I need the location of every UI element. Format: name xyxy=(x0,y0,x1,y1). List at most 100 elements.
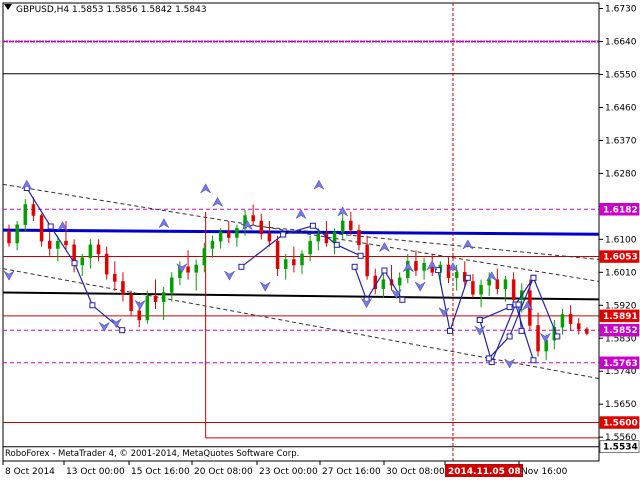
wave-node xyxy=(476,316,483,323)
candle-body xyxy=(576,323,581,330)
candle-body xyxy=(153,295,158,302)
candle-body xyxy=(64,240,68,246)
x-tick-label: Nov 16:00 xyxy=(521,467,568,477)
x-tick-label: 20 Oct 08:00 xyxy=(194,467,253,477)
candle-body xyxy=(357,229,361,246)
candle-body xyxy=(170,277,174,293)
wave-node xyxy=(357,252,364,259)
wave-node xyxy=(280,231,287,238)
trend-line xyxy=(2,291,600,301)
price-box-label: 1.5600 xyxy=(603,419,638,429)
fractal-up-icon xyxy=(486,271,498,282)
y-tick-label: 1.6730 xyxy=(605,4,637,14)
fractal-up-icon xyxy=(462,239,474,250)
fractal-down-icon xyxy=(3,270,15,281)
candle-body xyxy=(381,279,386,290)
wave-node xyxy=(485,355,492,362)
wave-node xyxy=(47,223,54,230)
chart-menu-icon[interactable] xyxy=(4,4,12,10)
x-tick-label: 13 Oct 00:00 xyxy=(66,467,125,477)
wave-node xyxy=(333,241,340,248)
wave-node xyxy=(351,263,358,270)
candle-body xyxy=(235,228,239,238)
price-box-label: 1.6182 xyxy=(603,205,638,215)
wave-node xyxy=(506,304,513,311)
wave-node xyxy=(464,274,471,281)
price-chart[interactable]: 1.6730 1.6640 1.6550 1.6460 1.6370 1.6280 1.61… xyxy=(0,0,640,480)
wave-node xyxy=(518,327,525,334)
y-tick-label: 1.6010 xyxy=(605,268,637,278)
y-tick-label: 1.6550 xyxy=(605,70,637,80)
candle-body xyxy=(300,253,304,266)
fractal-down-icon xyxy=(414,281,426,292)
candle-body xyxy=(227,231,231,238)
candle-body xyxy=(23,204,28,225)
candle-body xyxy=(137,310,141,321)
candle-body xyxy=(267,233,272,242)
fractal-up-icon xyxy=(211,196,224,208)
candle-body xyxy=(511,279,516,301)
price-box-label: 1.5763 xyxy=(603,359,638,369)
x-tick-label: 8 Oct 2014 xyxy=(5,467,55,477)
wave-node xyxy=(506,333,513,340)
candle-body xyxy=(88,244,93,258)
candle-body xyxy=(495,279,500,290)
candle-body xyxy=(96,244,101,255)
candle-body xyxy=(218,231,223,242)
candle-body xyxy=(210,240,215,249)
candle-body xyxy=(479,284,483,295)
x-tick-label: 30 Oct 08:00 xyxy=(386,467,445,477)
fractal-up-icon xyxy=(158,218,170,229)
candle-body xyxy=(7,231,11,244)
wave-node xyxy=(530,274,537,281)
candle-body xyxy=(560,314,565,328)
chart-window[interactable]: 1.6730 1.6640 1.6550 1.6460 1.6370 1.6280 1.61… xyxy=(0,0,640,480)
candle-body xyxy=(259,220,264,235)
candle-body xyxy=(80,257,84,266)
trend-line xyxy=(241,224,600,260)
candle-body xyxy=(283,259,288,269)
candle-body xyxy=(397,277,402,286)
fractal-up-icon xyxy=(295,208,307,220)
y-tick-label: 1.6460 xyxy=(605,103,637,113)
price-box-label: 1.5891 xyxy=(603,312,638,322)
y-tick-label: 1.6370 xyxy=(605,136,637,146)
price-box-label: 1.5852 xyxy=(603,326,638,336)
price-box-label: 1.6053 xyxy=(603,253,638,263)
wave-node xyxy=(515,301,522,308)
candle-body xyxy=(536,325,540,352)
fractal-up-icon xyxy=(378,241,391,253)
wave-node xyxy=(89,302,96,309)
candle-body xyxy=(340,220,345,233)
wave-node xyxy=(554,333,561,340)
y-tick-label: 1.6640 xyxy=(605,37,637,47)
candle-body xyxy=(349,220,353,231)
candle-body xyxy=(56,240,60,249)
candle-body xyxy=(487,279,491,286)
x-tick-label: 27 Oct 16:00 xyxy=(322,467,381,477)
candle-body xyxy=(104,253,109,275)
candle-body xyxy=(503,279,508,290)
candle-body xyxy=(15,224,19,244)
candle-body xyxy=(275,240,280,269)
wave-node xyxy=(119,327,126,334)
candle-body xyxy=(161,292,166,302)
candle-body xyxy=(585,328,589,334)
candle-body xyxy=(47,240,52,249)
candle-body xyxy=(365,244,369,277)
candle-body xyxy=(332,231,337,244)
candle-body xyxy=(31,204,36,216)
candle-body xyxy=(251,215,255,222)
fractal-down-icon xyxy=(223,270,236,281)
fractal-down-icon xyxy=(259,281,271,292)
copyright-text: RoboForex - MetaTrader 4, © 2001-2014, M… xyxy=(5,449,299,459)
chart-header: GBPUSD,H4 1.5853 1.5856 1.5842 1.5843 xyxy=(16,5,207,15)
fractal-down-icon xyxy=(98,321,110,332)
wave-node xyxy=(71,260,78,267)
wave-path xyxy=(479,306,510,321)
wave-node xyxy=(399,296,406,303)
y-tick-label: 1.6280 xyxy=(605,169,637,179)
candle-body xyxy=(292,259,296,266)
fractal-down-icon xyxy=(134,299,146,310)
fractal-down-icon xyxy=(110,318,122,329)
